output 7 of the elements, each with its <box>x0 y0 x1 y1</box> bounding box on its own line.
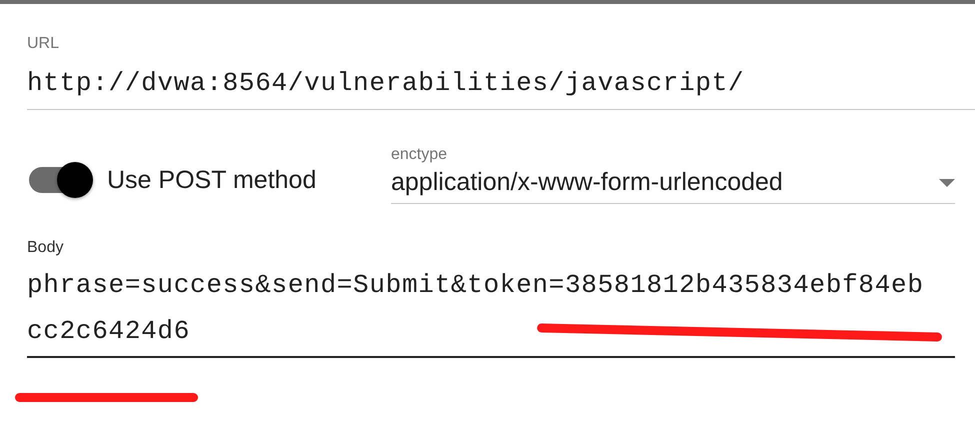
body-label: Body <box>27 238 64 258</box>
enctype-label: enctype <box>391 146 448 164</box>
url-label: URL <box>27 34 60 54</box>
enctype-select[interactable]: enctype application/x-www-form-urlencoded <box>391 146 955 204</box>
post-toggle-label: Use POST method <box>107 166 316 194</box>
enctype-value: application/x-www-form-urlencoded <box>391 168 783 197</box>
url-field[interactable]: http://dvwa:8564/vulnerabilities/javascript/ <box>27 54 975 110</box>
